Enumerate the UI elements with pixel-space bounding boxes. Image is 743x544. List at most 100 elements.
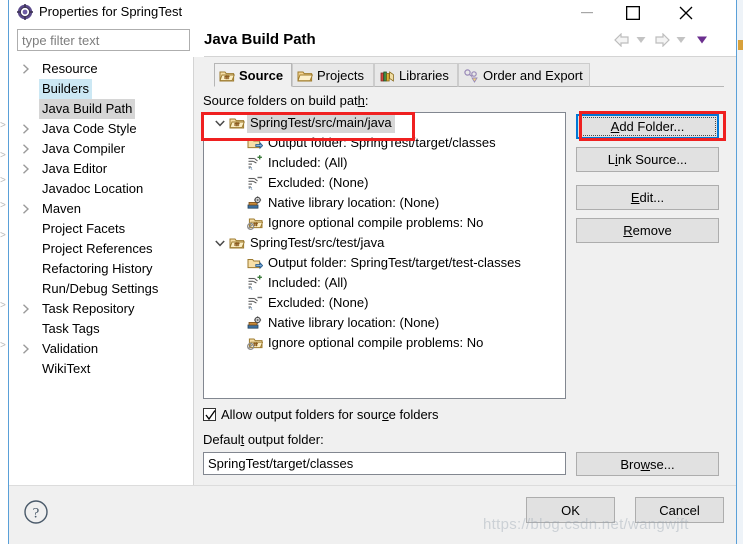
excluded-filter-icon: +1: [247, 295, 263, 311]
help-icon[interactable]: ?: [23, 499, 49, 525]
source-folder-detail-row[interactable]: Ignore optional compile problems: No: [204, 333, 565, 353]
maximize-button[interactable]: [610, 0, 656, 25]
link-source-label-pre: L: [607, 152, 615, 167]
sidebar-item-project-references[interactable]: Project References: [9, 239, 193, 259]
back-history-chevron-down-icon[interactable]: [634, 29, 648, 51]
source-folder-detail-label: Ignore optional compile problems: No: [268, 215, 484, 230]
source-folder-detail-label: Included: (All): [268, 155, 348, 170]
sidebar-item-resource[interactable]: Resource: [9, 59, 193, 79]
sidebar-item-validation[interactable]: Validation: [9, 339, 193, 359]
ignore-problems-icon: [246, 215, 264, 231]
link-source-button[interactable]: Li nk Source...: [576, 147, 719, 172]
sidebar-item-task-tags[interactable]: Task Tags: [9, 319, 193, 339]
remove-button[interactable]: Remove: [576, 218, 719, 243]
source-folder-row[interactable]: SpringTest/src/main/java: [204, 113, 565, 133]
close-button[interactable]: [663, 0, 709, 25]
ignore-problems-icon: [246, 335, 264, 351]
tab-label: Libraries: [399, 68, 449, 83]
sidebar-item-label: Refactoring History: [42, 261, 153, 276]
sidebar-item-task-repository[interactable]: Task Repository: [9, 299, 193, 319]
view-menu-chevron-down-icon[interactable]: [694, 29, 710, 51]
forward-arrow-icon[interactable]: [652, 29, 672, 51]
sidebar-item-javadoc-location[interactable]: Javadoc Location: [9, 179, 193, 199]
tab-label: Projects: [317, 68, 364, 83]
sidebar-item-label: Task Repository: [42, 301, 135, 316]
chevron-right-icon[interactable]: [21, 139, 33, 159]
sidebar-item-project-facets[interactable]: Project Facets: [9, 219, 193, 239]
tab-libraries[interactable]: Libraries: [374, 63, 458, 87]
source-folder-icon: [229, 115, 245, 131]
source-folder-detail-row[interactable]: Native library location: (None): [204, 313, 565, 333]
chevron-down-icon[interactable]: [213, 113, 227, 133]
source-folder-detail-row[interactable]: +1 Excluded: (None): [204, 173, 565, 193]
chevron-right-icon[interactable]: [21, 119, 33, 139]
output-folder-icon: [247, 135, 264, 151]
source-folder-label: SpringTest/src/main/java: [247, 113, 395, 133]
source-folder-detail-row[interactable]: +1 Included: (All): [204, 153, 565, 173]
chevron-down-icon[interactable]: [213, 233, 227, 253]
forward-history-chevron-down-icon[interactable]: [674, 29, 688, 51]
minimize-button[interactable]: [564, 0, 610, 25]
sidebar-item-java-compiler[interactable]: Java Compiler: [9, 139, 193, 159]
tab-projects[interactable]: Projects: [292, 63, 374, 87]
tab-order-and-export[interactable]: Order and Export: [458, 63, 590, 87]
sidebar-item-wikitext[interactable]: WikiText: [9, 359, 193, 379]
sidebar-item-java-code-style[interactable]: Java Code Style: [9, 119, 193, 139]
source-folders-tree[interactable]: SpringTest/src/main/java Output folder: S…: [203, 112, 566, 399]
chevron-right-icon[interactable]: [21, 299, 33, 319]
sidebar-item-label: Javadoc Location: [42, 181, 144, 196]
chevron-right-icon[interactable]: [21, 59, 33, 79]
books-icon: [379, 68, 395, 84]
default-output-folder-label: Default output folder:: [203, 432, 324, 447]
browse-label-post: se...: [650, 456, 675, 472]
browse-label-pre: Bro: [620, 456, 641, 472]
cancel-button[interactable]: Cancel: [635, 497, 724, 523]
source-folder-row[interactable]: SpringTest/src/test/java: [204, 233, 565, 253]
settings-tree[interactable]: Resource Builders Java Build Path Java Code…: [9, 57, 194, 486]
sidebar-item-refactoring-history[interactable]: Refactoring History: [9, 259, 193, 279]
sidebar-item-java-editor[interactable]: Java Editor: [9, 159, 193, 179]
excluded-filter-icon: +1: [247, 175, 263, 191]
source-folder-detail-row[interactable]: Output folder: SpringTest/target/classes: [204, 133, 565, 153]
open-folder-icon: [297, 68, 314, 84]
screenshot-root: > > > > > > > Properties for SpringTest …: [0, 0, 743, 544]
allow-output-folders-label: Allow output folders for source folders: [221, 406, 439, 424]
sidebar-item-maven[interactable]: Maven: [9, 199, 193, 219]
source-folder-label: SpringTest/src/test/java: [250, 235, 385, 250]
properties-dialog: Properties for SpringTest Java Build Pat…: [9, 0, 736, 544]
source-folder-detail-row[interactable]: Output folder: SpringTest/target/test-cl…: [204, 253, 565, 273]
ok-button[interactable]: OK: [526, 497, 615, 523]
svg-text:+1: +1: [248, 185, 253, 190]
back-arrow-icon[interactable]: [612, 29, 632, 51]
source-folder-detail-row[interactable]: +1 Excluded: (None): [204, 293, 565, 313]
source-folder-detail-row[interactable]: +1 Included: (All): [204, 273, 565, 293]
output-folder-icon: [247, 255, 264, 271]
sidebar-item-builders[interactable]: Builders: [9, 79, 193, 99]
default-output-folder-input[interactable]: [203, 452, 566, 475]
sidebar-item-label: Builders: [39, 79, 92, 99]
add-folder-label-accel: A: [610, 119, 620, 134]
add-folder-button[interactable]: Add Folder...: [576, 114, 719, 139]
browse-button[interactable]: Bro w se...: [576, 452, 719, 476]
java-build-path-panel: Source Projects Libraries Order and Export …: [195, 57, 736, 486]
eclipse-properties-gear-icon: [17, 4, 33, 20]
source-folder-detail-row[interactable]: Ignore optional compile problems: No: [204, 213, 565, 233]
window-title: Properties for SpringTest: [39, 4, 183, 19]
allow-output-post: e folders: [388, 407, 439, 422]
included-filter-icon: +1: [247, 155, 263, 171]
add-folder-label-post: dd Folder...: [619, 119, 685, 134]
chevron-right-icon[interactable]: [21, 199, 33, 219]
source-folder-detail-row[interactable]: Native library location: (None): [204, 193, 565, 213]
sidebar-item-run-debug-settings[interactable]: Run/Debug Settings: [9, 279, 193, 299]
sidebar-item-label: Validation: [42, 341, 99, 356]
edit-button[interactable]: Edit...: [576, 185, 719, 210]
sidebar-item-java-build-path[interactable]: Java Build Path: [9, 99, 193, 119]
order-export-icon: [463, 68, 479, 84]
chevron-right-icon[interactable]: [21, 159, 33, 179]
source-folder-icon: [229, 235, 245, 251]
filter-input[interactable]: [17, 29, 190, 51]
source-folder-detail-label: Included: (All): [268, 275, 348, 290]
chevron-right-icon[interactable]: [21, 339, 33, 359]
page-title: Java Build Path: [204, 31, 316, 48]
tab-source[interactable]: Source: [214, 63, 292, 87]
